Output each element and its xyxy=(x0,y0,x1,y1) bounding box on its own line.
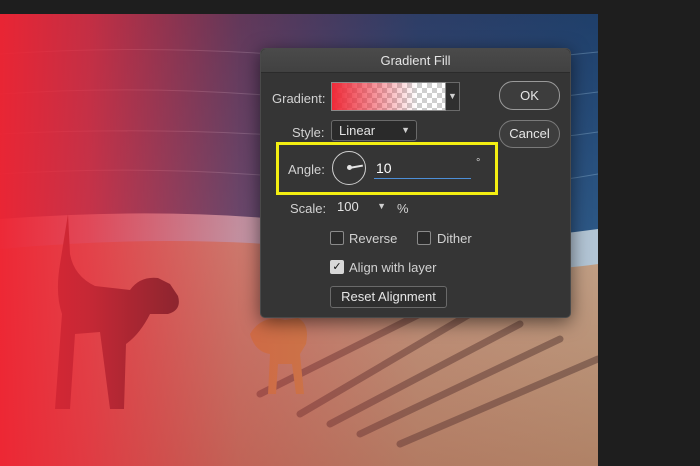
gradient-label: Gradient: xyxy=(272,91,326,106)
scale-unit: % xyxy=(397,201,409,216)
style-select-value: Linear xyxy=(339,123,376,138)
angle-wheel-icon[interactable] xyxy=(332,151,366,185)
degree-unit: ° xyxy=(476,157,481,169)
reverse-checkbox[interactable] xyxy=(330,231,344,245)
scale-select-value: 100 xyxy=(337,199,359,214)
gradient-preview-swatch[interactable] xyxy=(331,82,446,111)
chevron-down-icon: ▼ xyxy=(401,125,410,135)
dialog-title: Gradient Fill xyxy=(261,49,570,73)
dither-label: Dither xyxy=(437,231,472,246)
app-top-bar xyxy=(0,0,700,14)
reverse-label: Reverse xyxy=(349,231,398,246)
align-with-layer-checkbox[interactable]: ✓ xyxy=(330,260,344,274)
scale-select[interactable]: 100 ▼ xyxy=(330,197,392,218)
gradient-dropdown-button[interactable]: ▼ xyxy=(446,82,460,111)
dither-checkbox[interactable] xyxy=(417,231,431,245)
angle-input[interactable] xyxy=(374,157,471,179)
reset-alignment-button[interactable]: Reset Alignment xyxy=(330,286,447,308)
cancel-button[interactable]: Cancel xyxy=(499,120,560,148)
angle-label: Angle: xyxy=(288,162,325,177)
scale-label: Scale: xyxy=(290,201,327,216)
style-label: Style: xyxy=(292,125,325,140)
chevron-down-icon: ▼ xyxy=(377,201,386,211)
chevron-down-icon: ▼ xyxy=(448,91,457,101)
canvas-pasteboard xyxy=(598,0,700,466)
checkmark-icon: ✓ xyxy=(332,261,342,273)
ok-button[interactable]: OK xyxy=(499,81,560,110)
align-with-layer-label: Align with layer xyxy=(349,260,437,275)
style-select[interactable]: Linear ▼ xyxy=(331,120,417,141)
gradient-fill-dialog: Gradient Fill Gradient: ▼ Style: Linear … xyxy=(260,48,571,318)
